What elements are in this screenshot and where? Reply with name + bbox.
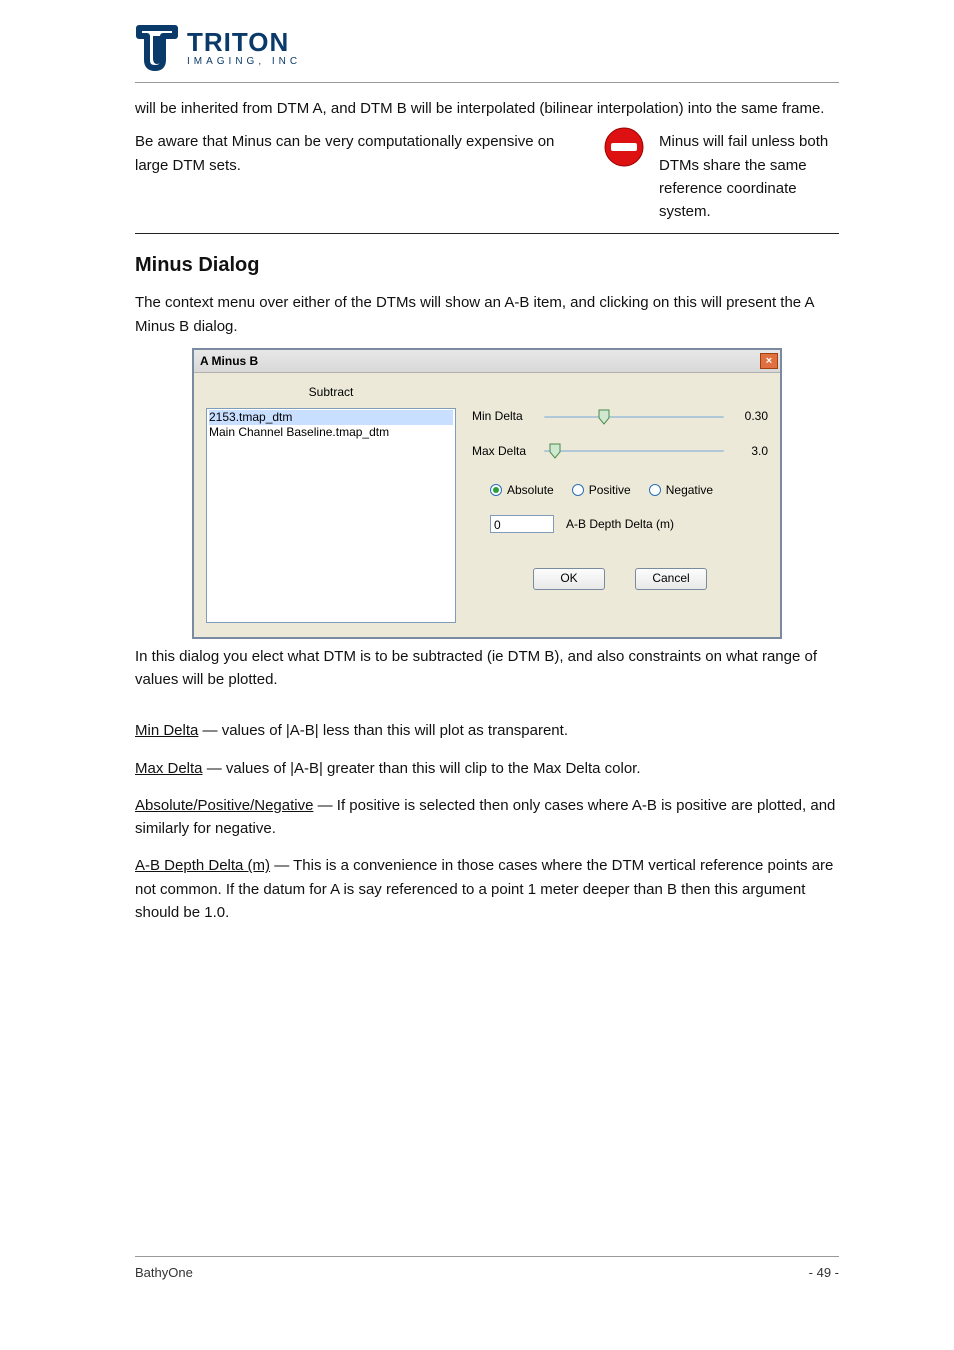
logo-subtitle: IMAGING, INC bbox=[187, 57, 301, 67]
list-item[interactable]: Main Channel Baseline.tmap_dtm bbox=[209, 425, 453, 440]
max-delta-label: Max Delta bbox=[472, 442, 534, 461]
min-delta-label: Min Delta bbox=[472, 407, 534, 426]
spec-min-delta-desc: — values of |A-B| less than this will pl… bbox=[198, 722, 568, 739]
subtract-label: Subtract bbox=[206, 383, 456, 402]
max-delta-slider[interactable] bbox=[544, 443, 724, 459]
dialog-caption: In this dialog you elect what DTM is to … bbox=[135, 645, 839, 692]
max-delta-value: 3.0 bbox=[734, 442, 768, 461]
footer-right: - 49 - bbox=[809, 1265, 839, 1280]
min-delta-row: Min Delta 0.30 bbox=[472, 407, 768, 426]
radio-negative[interactable]: Negative bbox=[649, 481, 713, 500]
warning-left-text: Be aware that Minus can be very computat… bbox=[135, 130, 589, 177]
depth-delta-input[interactable]: 0 bbox=[490, 515, 554, 533]
warning-right-text: Minus will fail unless both DTMs share t… bbox=[659, 130, 839, 223]
footer-left: BathyOne bbox=[135, 1265, 193, 1280]
spec-depth-label: A-B Depth Delta (m) bbox=[135, 857, 270, 874]
section-heading: Minus Dialog bbox=[135, 250, 839, 281]
page-footer: BathyOne - 49 - bbox=[135, 1256, 839, 1280]
depth-delta-label: A-B Depth Delta (m) bbox=[566, 515, 674, 534]
warning-block: Be aware that Minus can be very computat… bbox=[135, 130, 839, 223]
dtm-listbox[interactable]: 2153.tmap_dtm Main Channel Baseline.tmap… bbox=[206, 408, 456, 623]
radio-icon bbox=[490, 484, 502, 496]
intro-paragraph: will be inherited from DTM A, and DTM B … bbox=[135, 97, 839, 120]
sign-radio-group: Absolute Positive Negative bbox=[472, 481, 768, 500]
logo-text: TRITON IMAGING, INC bbox=[187, 29, 301, 67]
logo-mark-icon bbox=[135, 24, 179, 72]
section-divider bbox=[135, 233, 839, 234]
min-delta-value: 0.30 bbox=[734, 407, 768, 426]
close-icon[interactable]: × bbox=[760, 353, 778, 369]
dialog-titlebar: A Minus B × bbox=[194, 350, 780, 374]
header-divider bbox=[135, 82, 839, 83]
radio-icon bbox=[649, 484, 661, 496]
spec-list: Min Delta — values of |A-B| less than th… bbox=[135, 719, 839, 924]
radio-label: Negative bbox=[666, 481, 713, 500]
ok-button[interactable]: OK bbox=[533, 568, 605, 590]
radio-icon bbox=[572, 484, 584, 496]
cancel-button[interactable]: Cancel bbox=[635, 568, 707, 590]
depth-delta-row: 0 A-B Depth Delta (m) bbox=[472, 515, 768, 534]
spec-min-delta-label: Min Delta bbox=[135, 722, 198, 739]
spec-radios-label: Absolute/Positive/Negative bbox=[135, 797, 313, 814]
list-item[interactable]: 2153.tmap_dtm bbox=[209, 410, 453, 425]
no-entry-icon bbox=[603, 126, 645, 175]
logo-title: TRITON bbox=[187, 29, 301, 55]
a-minus-b-dialog: A Minus B × Subtract 2153.tmap_dtm Main … bbox=[192, 348, 782, 639]
radio-label: Absolute bbox=[507, 481, 554, 500]
logo: TRITON IMAGING, INC bbox=[135, 24, 839, 72]
max-delta-row: Max Delta 3.0 bbox=[472, 442, 768, 461]
spec-max-delta-desc: — values of |A-B| greater than this will… bbox=[203, 760, 641, 777]
radio-absolute[interactable]: Absolute bbox=[490, 481, 554, 500]
radio-label: Positive bbox=[589, 481, 631, 500]
min-delta-slider[interactable] bbox=[544, 409, 724, 425]
dialog-title: A Minus B bbox=[200, 352, 258, 371]
section-intro-paragraph: The context menu over either of the DTMs… bbox=[135, 291, 839, 338]
spec-max-delta-label: Max Delta bbox=[135, 760, 203, 777]
radio-positive[interactable]: Positive bbox=[572, 481, 631, 500]
